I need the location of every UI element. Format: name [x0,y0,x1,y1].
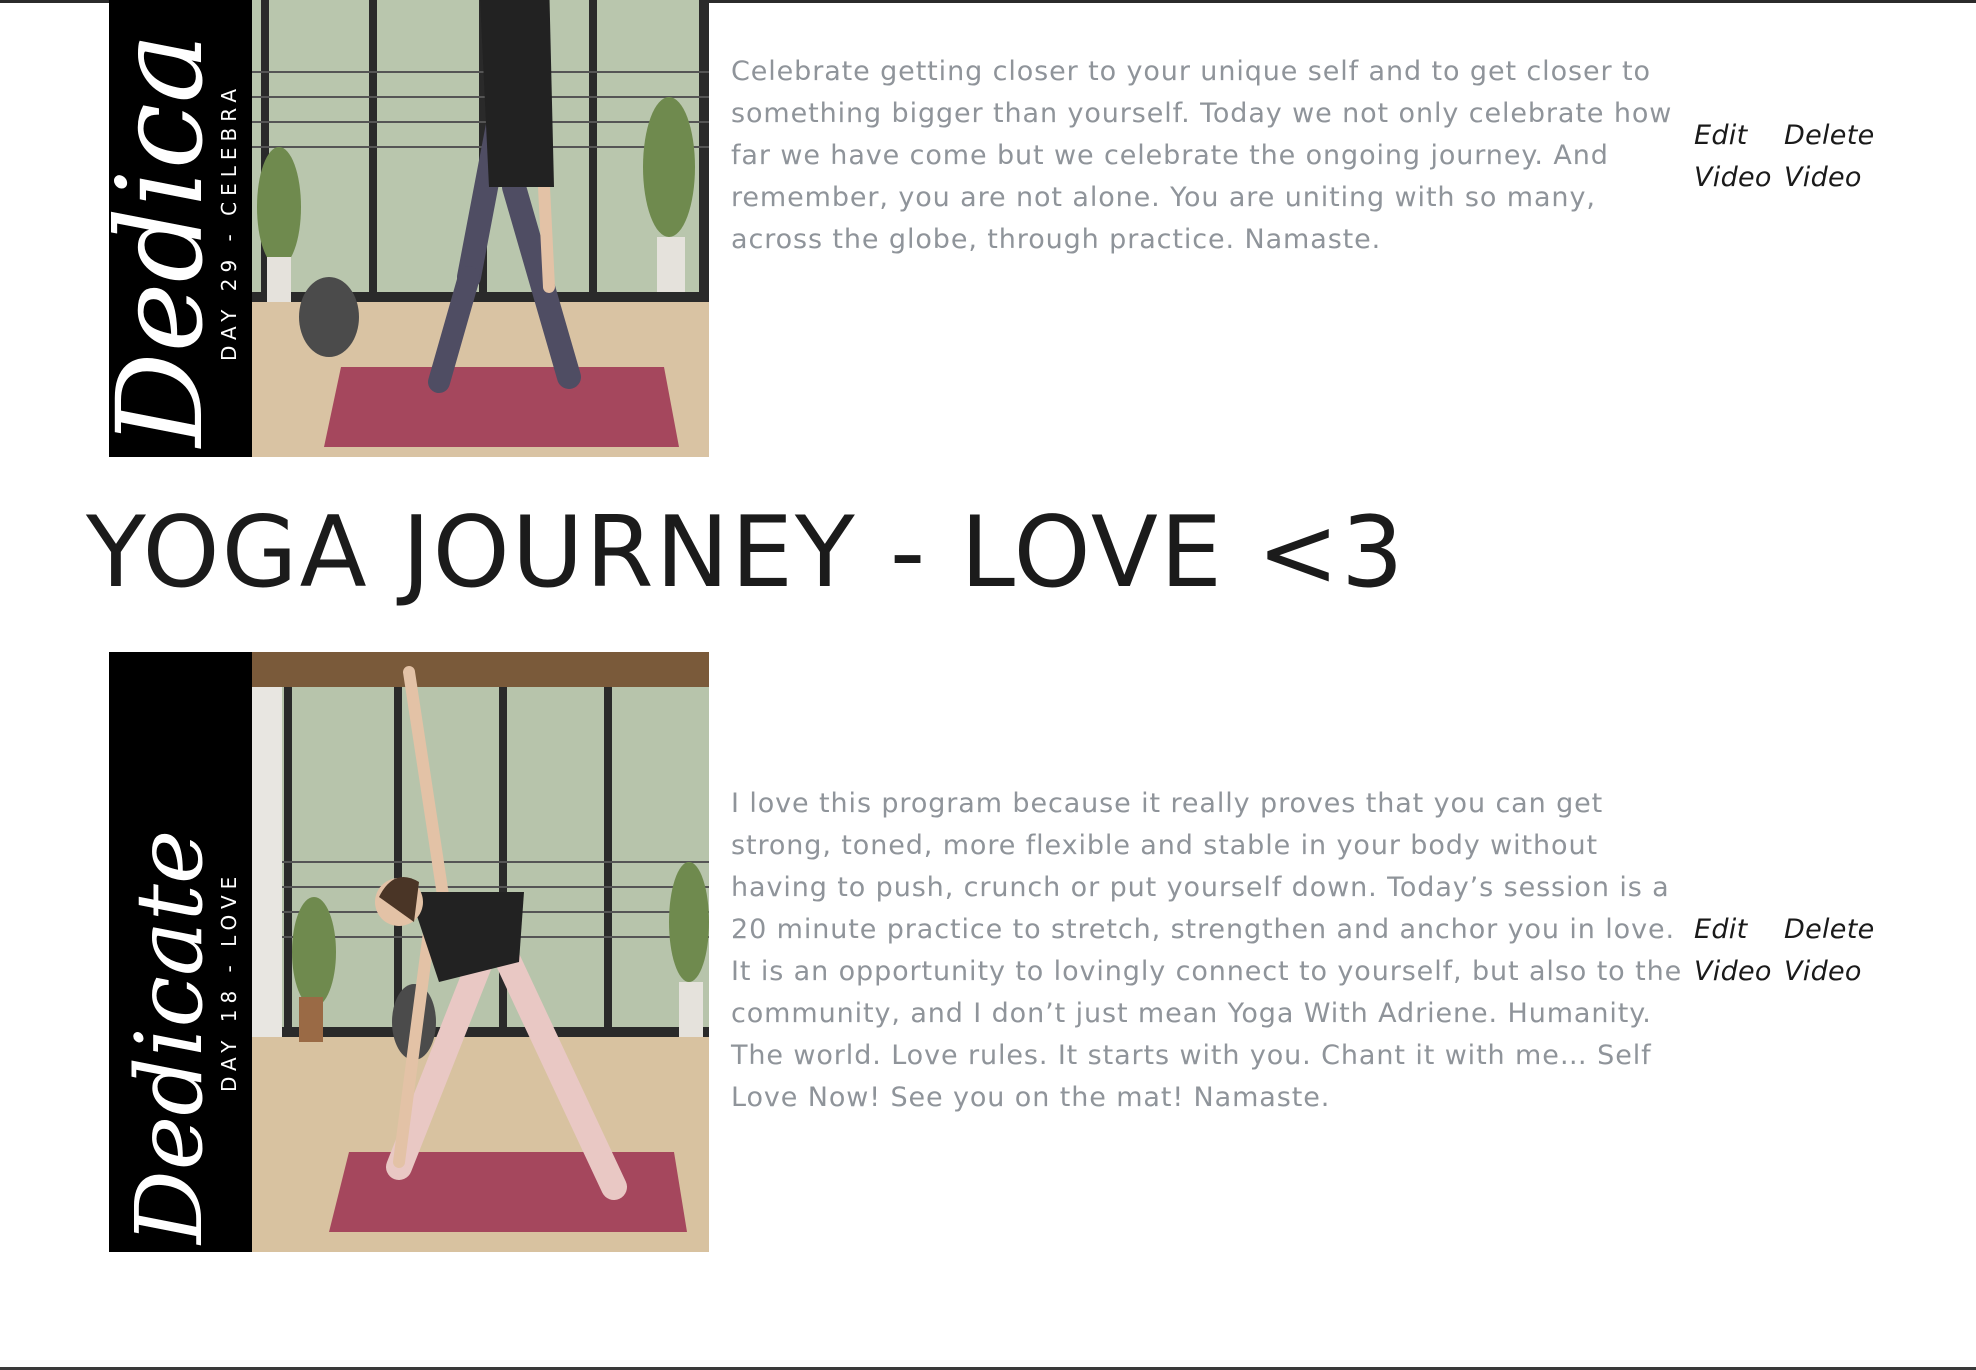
thumbnail-script: Dedica [109,33,229,449]
thumbnail-caption: DAY 29 - CELEBRA [217,83,241,361]
delete-video-link[interactable]: Delete Video [1784,909,1874,993]
thumbnail-image: Dedicate DAY 18 - LOVE [109,652,709,1252]
thumbnail-script: Dedicate [116,830,223,1246]
edit-video-link[interactable]: Edit Video [1694,115,1776,199]
delete-video-link[interactable]: Delete Video [1784,115,1874,199]
edit-video-link[interactable]: Edit Video [1694,909,1776,993]
video-thumbnail[interactable]: Dedicate DAY 18 - LOVE [109,652,709,1252]
video-description: Celebrate getting closer to your unique … [731,56,1673,255]
video-actions: Edit Video Delete Video [1694,909,1874,993]
thumbnail-caption: DAY 18 - LOVE [217,871,241,1092]
video-actions: Edit Video Delete Video [1694,115,1874,199]
video-thumbnail[interactable]: Dedica DAY 29 - CELEBRA [109,0,709,457]
thumbnail-image: Dedica DAY 29 - CELEBRA [109,0,709,457]
video-description: I love this program because it really pr… [731,788,1683,1113]
section-title: YOGA JOURNEY - LOVE <3 [86,496,1406,610]
